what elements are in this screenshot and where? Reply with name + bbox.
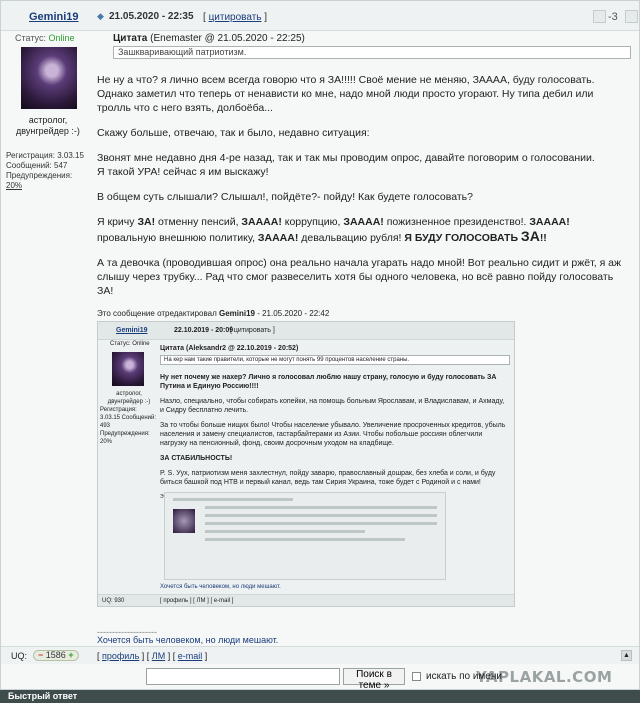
embed-signature: Хочется быть человеком, но люди мешают. bbox=[160, 584, 281, 590]
embed-username: Gemini19 bbox=[116, 327, 148, 334]
message-count: Сообщений: 547 bbox=[6, 161, 68, 170]
uq-rating: − 1586 + bbox=[33, 650, 79, 661]
warnings: Предупреждения: 20% bbox=[6, 171, 73, 190]
user-title: астролог, двунгрейдер :-) bbox=[16, 115, 80, 136]
embed-quote-box: На кер нам такие правители, которые не м… bbox=[160, 355, 510, 365]
embed-quote-link: [ цитировать ] bbox=[230, 327, 275, 334]
post-links: [ профиль ] [ ЛМ ] [ e-mail ] bbox=[97, 651, 208, 661]
scroll-up-icon[interactable]: ▲ bbox=[621, 650, 632, 661]
post-header: Gemini19 ◆ 21.05.2020 - 22:35 [ цитирова… bbox=[1, 1, 639, 31]
post-footer: UQ: − 1586 + [ профиль ] [ ЛМ ] [ e-mail… bbox=[1, 646, 639, 664]
embed-header: Gemini19 22.10.2019 - 20:09 [ цитировать… bbox=[98, 322, 514, 340]
email-link[interactable]: e-mail bbox=[178, 651, 203, 661]
profile-link[interactable]: профиль bbox=[102, 651, 139, 661]
embed-status: Статус: Online bbox=[110, 341, 150, 347]
minus-icon[interactable]: − bbox=[38, 650, 43, 660]
quote-author: (Enemaster @ 21.05.2020 - 22:25) bbox=[150, 33, 305, 44]
edited-note: Это сообщение отредактировал Gemini19 - … bbox=[97, 309, 330, 318]
pm-link[interactable]: ЛМ bbox=[152, 651, 165, 661]
embed-avatar bbox=[112, 352, 144, 386]
quick-reply-bar[interactable]: Быстрый ответ bbox=[0, 690, 640, 703]
search-input[interactable] bbox=[146, 668, 340, 685]
warning-level[interactable]: 20% bbox=[6, 181, 22, 190]
user-meta: Регистрация: 3.03.15 Сообщений: 547 Пред… bbox=[6, 151, 89, 191]
online-status: Online bbox=[48, 33, 75, 43]
edit-icon[interactable] bbox=[593, 10, 606, 23]
search-by-name-label: искать по имени bbox=[426, 671, 502, 682]
rating-icon[interactable] bbox=[625, 10, 638, 23]
embed-user-title: астролог, двунгрейдер :-) bbox=[107, 391, 151, 405]
embed-quote-label: Цитата (Aleksandr2 @ 22.10.2019 - 20:52) bbox=[160, 345, 299, 352]
post-date: 21.05.2020 - 22:35 bbox=[109, 11, 194, 22]
signature: Хочется быть человеком, но люди мешают. bbox=[97, 635, 279, 645]
forum-post: Gemini19 ◆ 21.05.2020 - 22:35 [ цитирова… bbox=[0, 0, 640, 690]
quote-header: Цитата (Enemaster @ 21.05.2020 - 22:25) bbox=[113, 33, 305, 44]
avatar[interactable] bbox=[21, 47, 77, 109]
embed-body: Цитата (Aleksandr2 @ 22.10.2019 - 20:52)… bbox=[160, 342, 510, 508]
quote-button[interactable]: [ цитировать ] bbox=[203, 12, 267, 23]
embed-user-meta: Регистрация: 3.03.15 Сообщений: 493 Пред… bbox=[100, 407, 157, 445]
embed-footer: UQ: 930 [ профиль ] [ ЛМ ] [ e-mail ] bbox=[98, 594, 514, 606]
embed-links: [ профиль ] [ ЛМ ] [ e-mail ] bbox=[160, 598, 234, 604]
uq-label: UQ: bbox=[11, 651, 28, 661]
embed-date: 22.10.2019 - 20:09 bbox=[174, 327, 234, 334]
user-status: Статус: Online bbox=[15, 33, 75, 43]
username-link[interactable]: Gemini19 bbox=[29, 11, 79, 23]
embed-user-panel: Статус: Online астролог, двунгрейдер :-)… bbox=[98, 340, 158, 445]
embedded-screenshot: Gemini19 22.10.2019 - 20:09 [ цитировать… bbox=[97, 321, 515, 607]
nested-screenshot bbox=[164, 492, 446, 580]
pin-icon: ◆ bbox=[97, 11, 104, 21]
embed-uq: UQ: 930 bbox=[102, 598, 125, 604]
search-button[interactable]: Поиск в теме » bbox=[343, 668, 405, 691]
plus-icon[interactable]: + bbox=[68, 650, 73, 660]
registration-date: Регистрация: 3.03.15 bbox=[6, 151, 84, 160]
quote-box: Зашкваривающий патриотизм. bbox=[113, 46, 631, 59]
post-body: Не ну а что? я лично всем всегда говорю … bbox=[97, 73, 627, 332]
karma-count: -3 bbox=[608, 11, 618, 23]
quote-button-label[interactable]: цитировать bbox=[209, 12, 262, 23]
uq-value: 1586 bbox=[45, 650, 66, 660]
search-by-name-checkbox[interactable] bbox=[412, 672, 421, 681]
nested-avatar bbox=[173, 509, 195, 533]
user-panel: Статус: Online астролог, двунгрейдер :-)… bbox=[1, 31, 89, 643]
